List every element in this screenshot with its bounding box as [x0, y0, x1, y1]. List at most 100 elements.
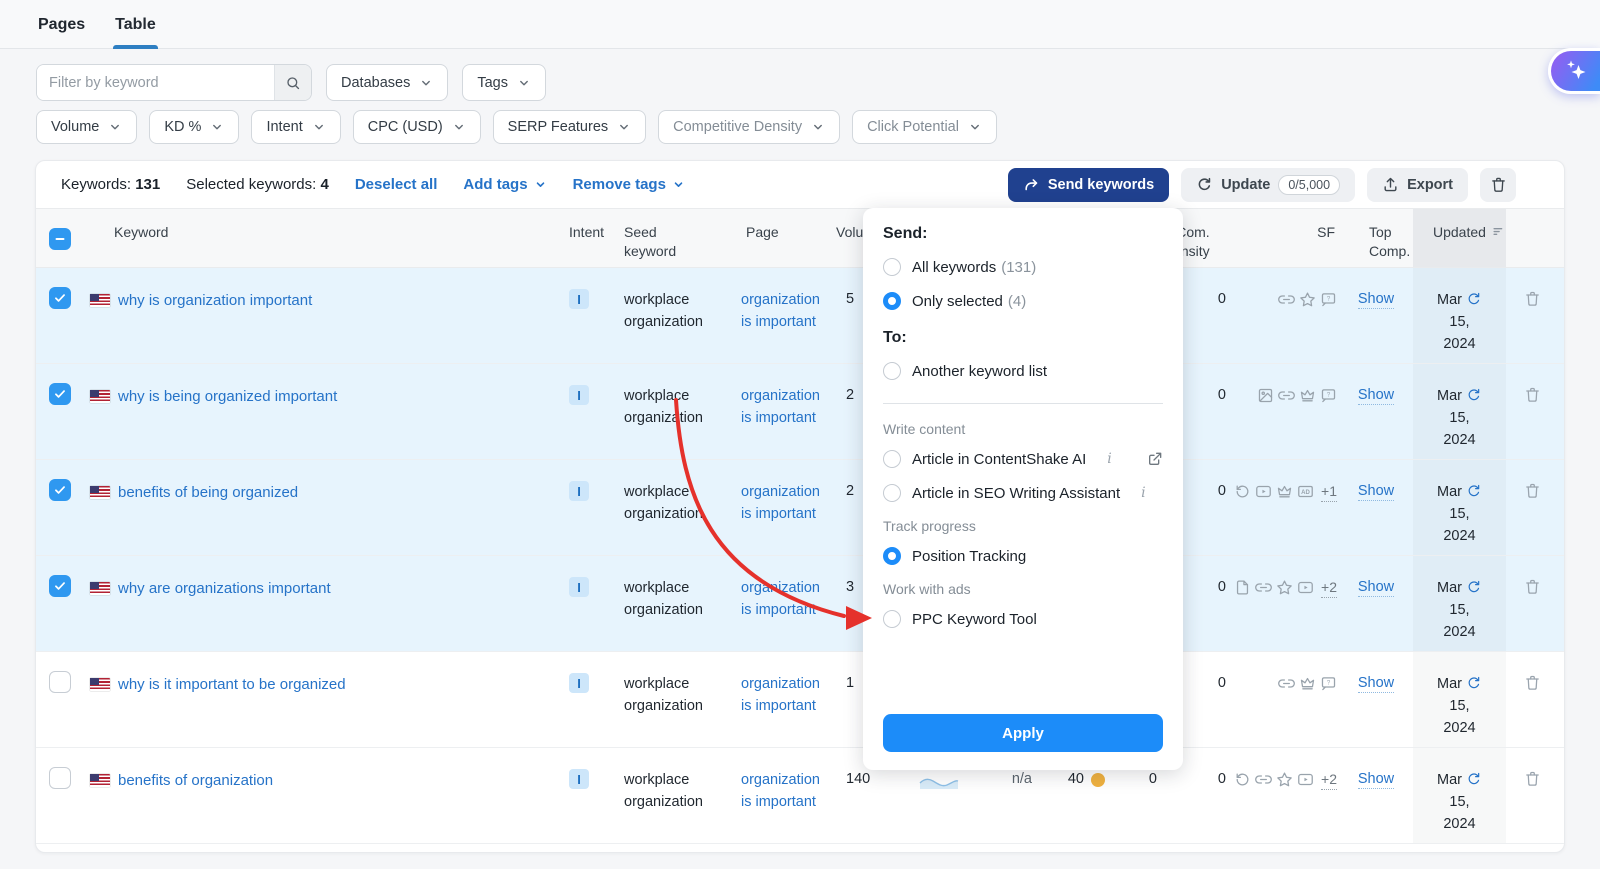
video-icon	[1297, 579, 1314, 596]
filter-chip-volume[interactable]: Volume	[36, 110, 137, 144]
doc-icon	[1234, 579, 1251, 596]
info-icon[interactable]: i	[1107, 451, 1111, 467]
remove-tags-dropdown[interactable]: Remove tags	[573, 176, 685, 193]
radio-position-tracking[interactable]	[883, 547, 901, 565]
delete-row-button[interactable]	[1524, 290, 1565, 307]
option-another-keyword-list[interactable]: Another keyword list	[883, 362, 1163, 380]
add-tags-dropdown[interactable]: Add tags	[463, 176, 546, 193]
header-updated[interactable]: Updated	[1413, 209, 1506, 267]
delete-list-button[interactable]	[1480, 168, 1516, 202]
update-button[interactable]: Update 0/5,000	[1181, 168, 1355, 202]
table-header-row: Keyword Intent Seed keyword Page Volume …	[36, 208, 1564, 268]
page-link[interactable]: organization is important	[741, 772, 820, 810]
delete-row-button[interactable]	[1524, 578, 1565, 595]
keyword-link[interactable]: benefits of being organized	[118, 483, 298, 503]
option-only-selected[interactable]: Only selected(4)	[883, 292, 1163, 310]
show-top-competitors-link[interactable]: Show	[1358, 771, 1394, 789]
refresh-icon[interactable]	[1466, 771, 1482, 787]
filter-chip-click-potential[interactable]: Click Potential	[852, 110, 997, 144]
refresh-icon[interactable]	[1466, 483, 1482, 499]
chevron-down-icon	[312, 120, 326, 134]
info-icon[interactable]: i	[1141, 485, 1145, 501]
row-checkbox[interactable]	[49, 767, 71, 789]
tab-pages[interactable]: Pages	[36, 16, 87, 48]
search-icon[interactable]	[274, 65, 311, 100]
work-with-ads-section-label: Work with ads	[883, 581, 1163, 597]
table-row: benefits of being organized I workplace …	[36, 460, 1564, 556]
show-top-competitors-link[interactable]: Show	[1358, 483, 1394, 501]
apply-button[interactable]: Apply	[883, 714, 1163, 752]
delete-row-button[interactable]	[1524, 770, 1565, 787]
keyword-filter-input[interactable]	[37, 65, 274, 100]
external-link-icon[interactable]	[1147, 451, 1163, 467]
sf-more-link[interactable]: +2	[1321, 771, 1337, 790]
tags-label: Tags	[477, 75, 508, 91]
export-button[interactable]: Export	[1367, 168, 1468, 202]
header-page[interactable]: Page	[741, 209, 834, 267]
radio-only-selected[interactable]	[883, 292, 901, 310]
ai-assistant-button[interactable]	[1548, 48, 1600, 94]
sf-more-link[interactable]: +1	[1321, 483, 1337, 502]
keyword-link[interactable]: why are organizations important	[118, 579, 331, 599]
row-checkbox[interactable]	[49, 383, 71, 405]
send-keywords-button[interactable]: Send keywords	[1008, 168, 1169, 202]
select-all-checkbox[interactable]	[49, 228, 71, 250]
row-checkbox[interactable]	[49, 671, 71, 693]
radio-contentshake[interactable]	[883, 450, 901, 468]
filter-chip-competitive-density[interactable]: Competitive Density	[658, 110, 840, 144]
delete-row-button[interactable]	[1524, 674, 1565, 691]
option-ppc-keyword-tool[interactable]: PPC Keyword Tool	[883, 610, 1163, 628]
row-checkbox[interactable]	[49, 575, 71, 597]
option-contentshake[interactable]: Article in ContentShake AI i	[883, 450, 1163, 468]
show-top-competitors-link[interactable]: Show	[1358, 675, 1394, 693]
radio-ppc-keyword-tool[interactable]	[883, 610, 901, 628]
page-link[interactable]: organization is important	[741, 388, 820, 426]
filter-chip-kd[interactable]: KD %	[149, 110, 239, 144]
filter-chip-intent[interactable]: Intent	[251, 110, 340, 144]
filter-chip-serp-features[interactable]: SERP Features	[493, 110, 646, 144]
seed-keyword: workplace organization	[616, 268, 741, 363]
keyword-link[interactable]: benefits of organization	[118, 771, 273, 791]
page-link[interactable]: organization is important	[741, 484, 820, 522]
radio-another-keyword-list[interactable]	[883, 362, 901, 380]
option-all-keywords[interactable]: All keywords(131)	[883, 258, 1163, 276]
sf-more-link[interactable]: +2	[1321, 579, 1337, 598]
radio-seo-writing-assistant[interactable]	[883, 484, 901, 502]
tab-table[interactable]: Table	[113, 16, 158, 48]
show-top-competitors-link[interactable]: Show	[1358, 291, 1394, 309]
header-sf[interactable]: SF	[1236, 209, 1339, 267]
filter-chip-label: Competitive Density	[673, 119, 802, 135]
page-link[interactable]: organization is important	[741, 676, 820, 714]
show-top-competitors-link[interactable]: Show	[1358, 579, 1394, 597]
header-keyword[interactable]: Keyword	[84, 209, 561, 267]
header-intent[interactable]: Intent	[561, 209, 616, 267]
refresh-icon[interactable]	[1466, 291, 1482, 307]
page-link[interactable]: organization is important	[741, 580, 820, 618]
page-link[interactable]: organization is important	[741, 292, 820, 330]
refresh-icon[interactable]	[1466, 675, 1482, 691]
row-checkbox[interactable]	[49, 479, 71, 501]
updated-date: Mar15,2024	[1413, 364, 1506, 459]
keyword-link[interactable]: why is being organized important	[118, 387, 337, 407]
radio-all-keywords[interactable]	[883, 258, 901, 276]
refresh-icon[interactable]	[1466, 387, 1482, 403]
us-flag-icon	[90, 774, 110, 787]
header-top-comp[interactable]: Top Comp.	[1339, 209, 1413, 267]
delete-row-button[interactable]	[1524, 482, 1565, 499]
delete-row-button[interactable]	[1524, 386, 1565, 403]
databases-dropdown[interactable]: Databases	[326, 64, 448, 101]
show-top-competitors-link[interactable]: Show	[1358, 387, 1394, 405]
check-icon	[53, 579, 67, 593]
option-position-tracking[interactable]: Position Tracking	[883, 547, 1163, 565]
svg-text:AD: AD	[1301, 490, 1310, 496]
deselect-all-link[interactable]: Deselect all	[355, 176, 438, 193]
refresh-icon[interactable]	[1466, 579, 1482, 595]
filter-chip-cpc-usd[interactable]: CPC (USD)	[353, 110, 481, 144]
tags-dropdown[interactable]: Tags	[462, 64, 546, 101]
row-checkbox[interactable]	[49, 287, 71, 309]
keyword-link[interactable]: why is organization important	[118, 291, 312, 311]
header-seed-keyword[interactable]: Seed keyword	[616, 209, 741, 267]
filter-chip-label: Intent	[266, 119, 302, 135]
keyword-link[interactable]: why is it important to be organized	[118, 675, 346, 695]
option-seo-writing-assistant[interactable]: Article in SEO Writing Assistant i	[883, 484, 1163, 502]
